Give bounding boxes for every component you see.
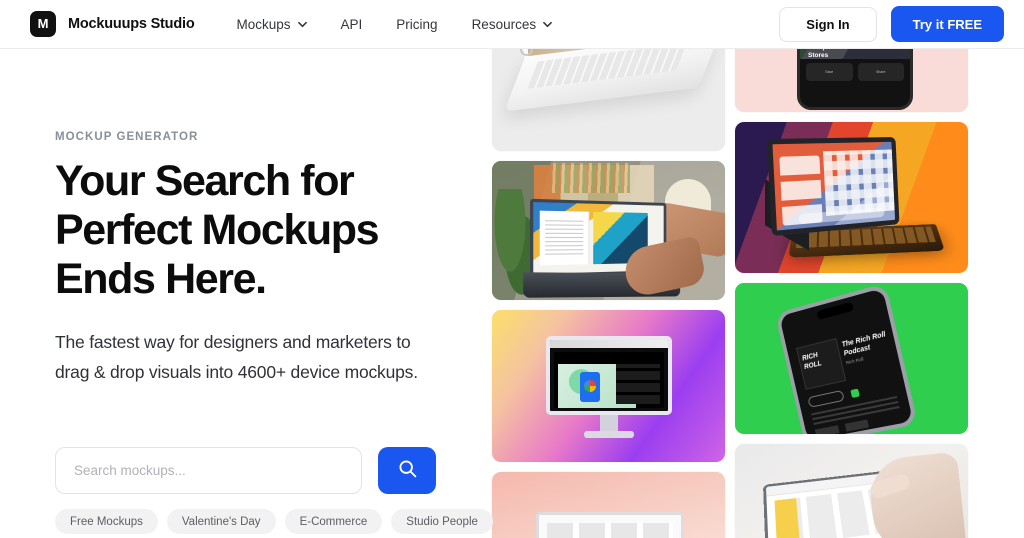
- tablet-sidebar-banner: [774, 498, 800, 538]
- brand-logo[interactable]: M Mockuuups Studio: [30, 11, 195, 37]
- mockup-gallery: Short List DJ Spinna's Favorite Record S…: [480, 49, 1024, 538]
- pink-laptop-screen-grid: [547, 523, 673, 538]
- hero-subtitle: The fastest way for designers and market…: [55, 332, 418, 382]
- nav-item-label: Pricing: [396, 16, 438, 32]
- phone-headline: DJ Spinna's Favorite Record Stores: [808, 49, 896, 59]
- phone-device: Short List DJ Spinna's Favorite Record S…: [797, 49, 913, 110]
- main-navigation: Mockups API Pricing Resources: [237, 17, 587, 32]
- imac-stand-foot: [584, 431, 634, 438]
- search-button[interactable]: [378, 447, 436, 494]
- gallery-card-green-phone-podcast[interactable]: The Rich Roll Podcast Rich Roll: [735, 283, 968, 434]
- chip-valentines-day[interactable]: Valentine's Day: [166, 509, 276, 534]
- pink-laptop-screen: [536, 512, 684, 538]
- phone-save-button: Save: [806, 63, 853, 81]
- nav-item-pricing[interactable]: Pricing: [396, 17, 437, 32]
- gallery-card-hand-phone-podcast[interactable]: Short List DJ Spinna's Favorite Record S…: [735, 49, 968, 112]
- logo-mark-icon: M: [30, 11, 56, 37]
- search-row: [55, 447, 436, 494]
- gallery-card-tablet-ecommerce[interactable]: [735, 444, 968, 538]
- phone-device: The Rich Roll Podcast Rich Roll: [774, 283, 919, 434]
- podcast-title: The Rich Roll Podcast: [841, 331, 887, 358]
- ipad-display: [766, 137, 900, 237]
- phone-action-row: Save Share: [806, 63, 904, 81]
- chip-e-commerce[interactable]: E-Commerce: [284, 509, 383, 534]
- suggested-tags: Free Mockups Valentine's Day E-Commerce …: [55, 509, 493, 534]
- chevron-down-icon: [297, 20, 307, 29]
- chip-studio-people[interactable]: Studio People: [391, 509, 493, 534]
- google-logo-icon: [584, 380, 596, 392]
- nav-item-label: Resources: [471, 16, 537, 32]
- desk-pencils: [550, 163, 630, 193]
- hero-title-line-1: Your Search for: [55, 157, 355, 205]
- phone-share-button: Share: [857, 63, 904, 81]
- hero-section: MOCKUP GENERATOR Your Search for Perfect…: [0, 49, 493, 538]
- nav-item-resources[interactable]: Resources: [472, 17, 553, 32]
- try-it-free-button[interactable]: Try it FREE: [890, 6, 1004, 42]
- podcast-spotify-icon: [850, 388, 860, 398]
- search-input[interactable]: [55, 447, 362, 494]
- phone-headline-block: Short List DJ Spinna's Favorite Record S…: [808, 49, 902, 60]
- nav-item-label: Mockups: [236, 16, 291, 32]
- podcast-following-button: [807, 389, 845, 408]
- imac-display: [546, 336, 672, 415]
- article-list: [616, 364, 660, 404]
- gallery-card-ipad-neon[interactable]: [735, 122, 968, 273]
- site-header: M Mockuuups Studio Mockups API Pricing R…: [0, 0, 1024, 49]
- sign-in-button[interactable]: Sign In: [779, 6, 877, 42]
- gallery-card-imac-verge[interactable]: [492, 310, 725, 462]
- chip-free-mockups[interactable]: Free Mockups: [55, 509, 158, 534]
- gallery-column-right: Short List DJ Spinna's Favorite Record S…: [735, 49, 968, 538]
- screen-document-pane: [539, 210, 590, 266]
- nav-item-api[interactable]: API: [341, 17, 363, 32]
- nav-item-label: API: [340, 16, 363, 32]
- phone-dynamic-island: [816, 301, 855, 321]
- magnifier-icon: [397, 458, 418, 484]
- gallery-card-pink-laptop[interactable]: [492, 472, 725, 538]
- page-title: Your Search for Perfect Mockups Ends Her…: [55, 157, 465, 304]
- brand-name: Mockuuups Studio: [68, 16, 195, 32]
- gallery-card-desk-laptop[interactable]: [492, 161, 725, 300]
- browser-chrome-bar: [550, 340, 668, 348]
- chevron-down-icon: [543, 20, 552, 29]
- hero-title-line-3: Ends Here.: [55, 255, 267, 303]
- gallery-card-white-laptop[interactable]: [492, 49, 725, 151]
- hero-eyebrow: MOCKUP GENERATOR: [55, 131, 199, 143]
- nav-item-mockups[interactable]: Mockups: [237, 17, 307, 32]
- verge-website: [554, 352, 664, 408]
- podcast-cover-art: [796, 338, 847, 390]
- ipad-app-icons: [823, 149, 897, 216]
- hero-title-line-2: Perfect Mockups: [55, 206, 380, 254]
- header-actions: Sign In Try it FREE: [779, 6, 1004, 42]
- gallery-column-left: [492, 49, 725, 538]
